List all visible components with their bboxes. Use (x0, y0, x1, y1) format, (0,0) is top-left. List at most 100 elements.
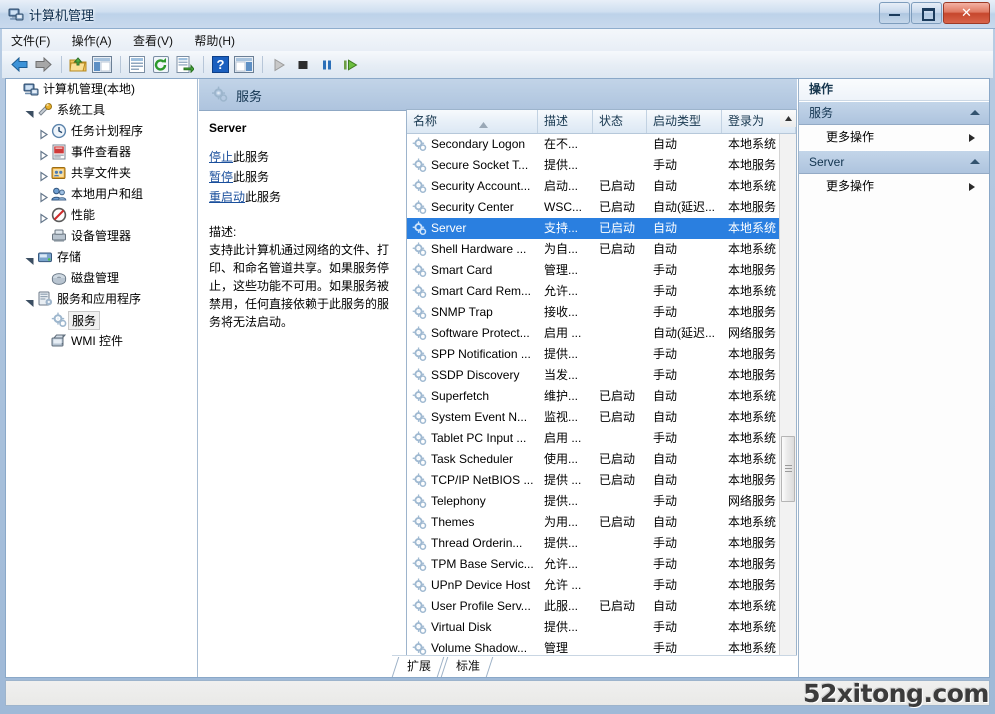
tree-twisty-none-icon[interactable] (38, 315, 49, 326)
tree-item-7[interactable]: 设备管理器 (6, 226, 197, 247)
table-row[interactable]: Security Center WSC... 已启动 自动(延迟... 本地服务 (407, 197, 796, 218)
cell-1: 提供... (544, 494, 579, 508)
table-row[interactable]: TPM Base Servic... 允许... 手动 本地服务 (407, 554, 796, 575)
scroll-thumb[interactable] (781, 436, 795, 502)
action-more-actions-services[interactable]: 更多操作 (799, 125, 989, 150)
actions-group-server[interactable]: Server (799, 150, 989, 174)
tree-twisty-expanded-icon[interactable] (24, 252, 35, 265)
table-row[interactable]: Thread Orderin... 提供... 手动 本地服务 (407, 533, 796, 554)
tree-item-11[interactable]: 服务 (6, 310, 197, 331)
tree-item-6[interactable]: 性能 (6, 205, 197, 226)
tree-twisty-expanded-icon[interactable] (24, 105, 35, 118)
export-list-icon[interactable] (174, 54, 196, 75)
table-row[interactable]: Tablet PC Input ... 启用 ... 手动 本地系统 (407, 428, 796, 449)
tree-twisty-none-icon[interactable] (38, 231, 49, 242)
tree-twisty-none-icon[interactable] (10, 84, 21, 95)
tree-twisty-collapsed-icon[interactable] (38, 168, 49, 182)
tree-item-8[interactable]: 存储 (6, 247, 197, 268)
tab-extended[interactable]: 扩展 (395, 657, 441, 677)
minimize-button[interactable] (879, 2, 910, 24)
pause-service-link[interactable]: 暂停此服务 (209, 169, 395, 186)
cell-3: 自动 (653, 410, 678, 424)
table-row[interactable]: Virtual Disk 提供... 手动 本地系统 (407, 617, 796, 638)
menu-item-file[interactable]: 文件(F) (2, 29, 59, 52)
cell-0: UPnP Device Host (431, 578, 531, 592)
actions-group-services[interactable]: 服务 (799, 101, 989, 125)
table-row[interactable]: Secondary Logon 在不... 自动 本地系统 (407, 134, 796, 155)
tree-twisty-collapsed-icon[interactable] (38, 147, 49, 161)
table-row[interactable]: SSDP Discovery 当发... 手动 本地服务 (407, 365, 796, 386)
restart-service-icon[interactable] (340, 54, 362, 75)
pause-service-icon[interactable] (316, 54, 338, 75)
menu-item-action[interactable]: 操作(A) (63, 29, 121, 52)
up-folder-icon[interactable] (67, 54, 89, 75)
table-row[interactable]: TCP/IP NetBIOS ... 提供 ... 已启动 自动 本地服务 (407, 470, 796, 491)
table-row[interactable]: Smart Card 管理... 手动 本地服务 (407, 260, 796, 281)
column-header-label: 描述 (544, 114, 569, 128)
scroll-up-button[interactable] (780, 110, 796, 127)
table-row[interactable]: Themes 为用... 已启动 自动 本地系统 (407, 512, 796, 533)
table-row[interactable]: Software Protect... 启用 ... 自动(延迟... 网络服务 (407, 323, 796, 344)
list-body[interactable]: Secondary Logon 在不... 自动 本地系统 Secure Socket … (407, 134, 796, 676)
column-header-0[interactable]: 名称 (407, 110, 538, 133)
close-button[interactable]: ✕ (943, 2, 990, 24)
back-arrow-icon[interactable] (8, 54, 30, 75)
column-header-1[interactable]: 描述 (538, 110, 593, 133)
tree-twisty-none-icon[interactable] (38, 273, 49, 284)
table-row[interactable]: Secure Socket T... 提供... 手动 本地服务 (407, 155, 796, 176)
table-row[interactable]: UPnP Device Host 允许 ... 手动 本地服务 (407, 575, 796, 596)
menu-item-help[interactable]: 帮助(H) (185, 29, 244, 52)
help-icon[interactable]: ? (209, 54, 231, 75)
service-gear-icon (412, 221, 427, 236)
tree-item-1[interactable]: 系统工具 (6, 100, 197, 121)
tree-twisty-collapsed-icon[interactable] (38, 126, 49, 140)
table-row[interactable]: Telephony 提供... 手动 网络服务 (407, 491, 796, 512)
maximize-button[interactable] (911, 2, 942, 24)
cell-2: 已启动 (599, 410, 636, 424)
table-row[interactable]: Security Account... 启动... 已启动 自动 本地系统 (407, 176, 796, 197)
tree-twisty-collapsed-icon[interactable] (38, 210, 49, 224)
table-row[interactable]: Smart Card Rem... 允许... 手动 本地系统 (407, 281, 796, 302)
tree-twisty-collapsed-icon[interactable] (38, 189, 49, 203)
tree-item-5[interactable]: 本地用户和组 (6, 184, 197, 205)
refresh-icon[interactable] (150, 54, 172, 75)
toolbar-separator (61, 56, 62, 73)
table-row[interactable]: Task Scheduler 使用... 已启动 自动 本地系统 (407, 449, 796, 470)
forward-arrow-icon[interactable] (32, 54, 54, 75)
cell-0: Server (431, 221, 467, 235)
table-row[interactable]: Shell Hardware ... 为自... 已启动 自动 本地系统 (407, 239, 796, 260)
table-row[interactable]: SNMP Trap 接收... 手动 本地服务 (407, 302, 796, 323)
show-action-pane-icon[interactable] (233, 54, 255, 75)
action-more-actions-server[interactable]: 更多操作 (799, 174, 989, 199)
stop-service-icon[interactable] (292, 54, 314, 75)
tree-item-10[interactable]: 服务和应用程序 (6, 289, 197, 310)
console-tree[interactable]: 计算机管理(本地) 系统工具 任务计划程序 事件查看器 共享文件夹 本地用户和组 性能 设备管… (6, 79, 198, 677)
table-row[interactable]: Server 支持... 已启动 自动 本地系统 (407, 218, 796, 239)
table-row[interactable]: Superfetch 维护... 已启动 自动 本地系统 (407, 386, 796, 407)
tree-item-3[interactable]: 事件查看器 (6, 142, 197, 163)
tab-standard[interactable]: 标准 (444, 657, 490, 677)
tree-item-9[interactable]: 磁盘管理 (6, 268, 197, 289)
show-hide-console-tree-icon[interactable] (91, 54, 113, 75)
tree-twisty-none-icon[interactable] (38, 336, 49, 347)
stop-service-link[interactable]: 停止此服务 (209, 149, 395, 166)
restart-service-link[interactable]: 重启动此服务 (209, 189, 395, 206)
start-service-icon[interactable] (268, 54, 290, 75)
list-vertical-scrollbar[interactable] (779, 110, 796, 676)
menu-item-view[interactable]: 查看(V) (124, 29, 182, 52)
service-gear-icon (412, 473, 427, 488)
table-row[interactable]: SPP Notification ... 提供... 手动 本地服务 (407, 344, 796, 365)
local-users-icon (51, 186, 67, 202)
tree-item-12[interactable]: WMI 控件 (6, 331, 197, 352)
cell-3: 自动 (653, 137, 678, 151)
tree-twisty-expanded-icon[interactable] (24, 294, 35, 307)
properties-icon[interactable] (126, 54, 148, 75)
column-header-2[interactable]: 状态 (593, 110, 647, 133)
tree-item-0[interactable]: 计算机管理(本地) (6, 79, 197, 100)
cell-2: 已启动 (599, 221, 636, 235)
tree-item-2[interactable]: 任务计划程序 (6, 121, 197, 142)
table-row[interactable]: System Event N... 监视... 已启动 自动 本地系统 (407, 407, 796, 428)
tree-item-4[interactable]: 共享文件夹 (6, 163, 197, 184)
table-row[interactable]: User Profile Serv... 此服... 已启动 自动 本地系统 (407, 596, 796, 617)
column-header-3[interactable]: 启动类型 (647, 110, 722, 133)
